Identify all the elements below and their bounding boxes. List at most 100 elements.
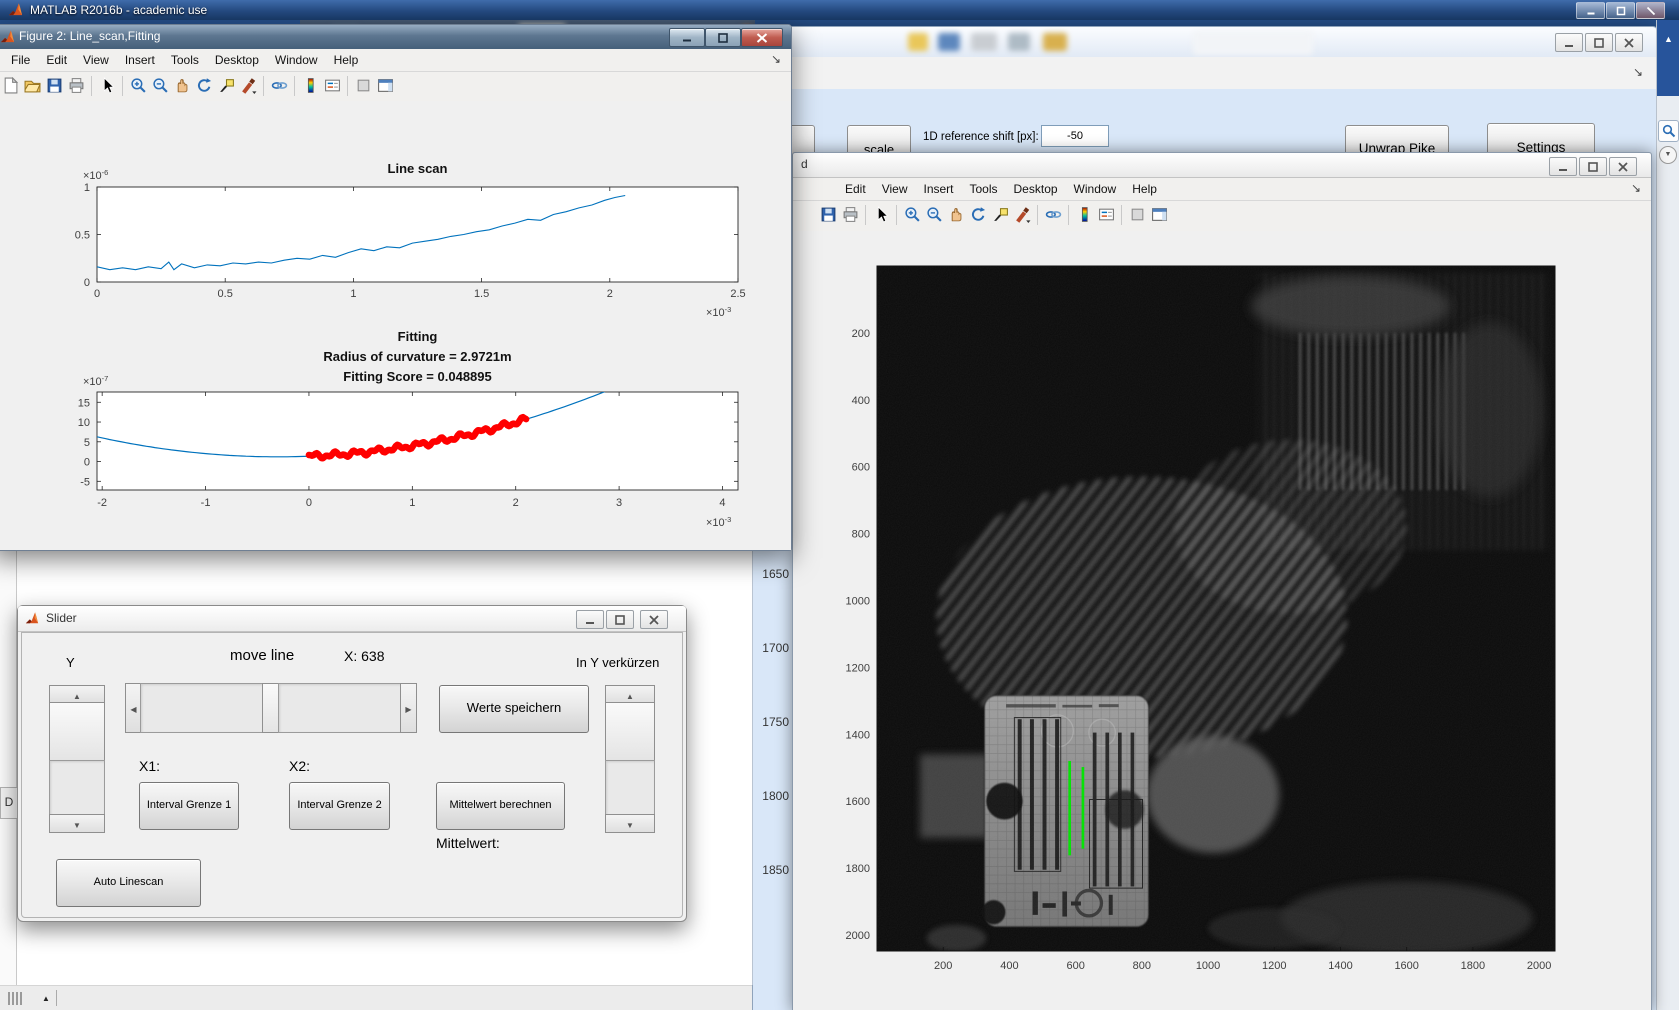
rotate-3d-icon[interactable]: [193, 75, 215, 99]
menu-item-window[interactable]: Window: [1066, 178, 1125, 200]
interval-grenze-1-button[interactable]: Interval Grenze 1: [139, 782, 239, 830]
figure2-minimize-button[interactable]: [669, 28, 705, 47]
move-line-trough-right[interactable]: [278, 683, 402, 733]
brush-icon[interactable]: [1011, 204, 1033, 228]
link-plot-icon[interactable]: [268, 75, 290, 99]
hide-plot-tools-icon[interactable]: [1126, 204, 1148, 228]
zoom-in-icon[interactable]: [127, 75, 149, 99]
print-icon[interactable]: [65, 75, 87, 99]
zoom-out-icon[interactable]: [149, 75, 171, 99]
menu-item-tools[interactable]: Tools: [163, 49, 207, 71]
slider-titlebar[interactable]: Slider: [18, 606, 686, 632]
save-icon[interactable]: [43, 75, 65, 99]
hide-plot-tools-icon[interactable]: [352, 75, 374, 99]
svg-text:Fitting: Fitting: [398, 329, 438, 344]
shorten-slider-thumb[interactable]: [605, 702, 655, 762]
main-maximize-button[interactable]: [1606, 2, 1635, 19]
cursor-icon[interactable]: [870, 204, 892, 228]
pan-icon[interactable]: [945, 204, 967, 228]
figure2-maximize-button[interactable]: [705, 28, 741, 47]
interferogram-image-plot[interactable]: 200 400 600 800 1000 1200 1400 1600 1800 2000 200 4…: [793, 231, 1651, 1010]
gui-close-button[interactable]: [1615, 33, 1643, 52]
menu-item-help[interactable]: Help: [1124, 178, 1165, 200]
gui-window-titlebar[interactable]: [753, 27, 1657, 57]
pin-icon[interactable]: ▲: [42, 994, 50, 1003]
zoom-out-icon[interactable]: [923, 204, 945, 228]
slider-close-button[interactable]: [640, 610, 668, 629]
x2-label: X2:: [289, 758, 311, 774]
insert-legend-icon[interactable]: [1095, 204, 1117, 228]
right-figure-maximize-button[interactable]: [1579, 157, 1607, 176]
main-window-title: MATLAB R2016b - academic use: [30, 3, 208, 17]
main-minimize-button[interactable]: [1576, 2, 1605, 19]
print-icon[interactable]: [839, 204, 861, 228]
resize-grip[interactable]: [8, 992, 10, 1005]
gui-maximize-button[interactable]: [1585, 33, 1613, 52]
y-slider-thumb[interactable]: [49, 702, 105, 762]
dock-arrow-icon[interactable]: ↘: [1631, 181, 1641, 195]
new-file-icon[interactable]: [0, 75, 21, 99]
data-cursor-icon[interactable]: [215, 75, 237, 99]
toolbar-separator: [122, 76, 123, 96]
toolbar-separator: [91, 76, 92, 96]
insert-colorbar-icon[interactable]: [299, 75, 321, 99]
minimized-panel-tab[interactable]: D: [0, 787, 18, 819]
menu-item-insert[interactable]: Insert: [117, 49, 163, 71]
ref-shift-input[interactable]: [1041, 125, 1109, 147]
pan-icon[interactable]: [171, 75, 193, 99]
menu-item-help[interactable]: Help: [326, 49, 367, 71]
search-button[interactable]: [1658, 120, 1679, 142]
dock-arrow-icon[interactable]: ↘: [771, 52, 781, 66]
figure2-close-button[interactable]: [741, 28, 783, 47]
cursor-icon[interactable]: [96, 75, 118, 99]
menu-item-edit[interactable]: Edit: [38, 49, 75, 71]
menu-item-view[interactable]: View: [874, 178, 916, 200]
move-line-trough-left[interactable]: [140, 683, 264, 733]
slider-minimize-button[interactable]: [576, 610, 604, 629]
menu-item-insert[interactable]: Insert: [915, 178, 961, 200]
slider-maximize-button[interactable]: [606, 610, 634, 629]
rotate-3d-icon[interactable]: [967, 204, 989, 228]
menu-item-file[interactable]: File: [3, 49, 38, 71]
figure2-canvas[interactable]: Line scan 0 0.5 1 1.5 2 2.5 0 0.5 1 ×10-6 ×10-3 Fitt…: [0, 101, 791, 550]
move-line-right-button[interactable]: ▶: [400, 683, 417, 733]
werte-speichern-button[interactable]: Werte speichern: [439, 685, 589, 733]
svg-text:×10-7: ×10-7: [83, 374, 108, 388]
line-scan-and-fitting-plots[interactable]: Line scan0 0.5 1 1.5 2 2.500.51×10-6×10-3Fitt…: [0, 101, 791, 550]
mittelwert-berechnen-button[interactable]: Mittelwert berechnen: [436, 782, 565, 830]
x1-label: X1:: [139, 758, 161, 774]
y-slider-trough[interactable]: [49, 760, 105, 816]
search-dropdown-button[interactable]: ▼: [1659, 146, 1677, 164]
insert-legend-icon[interactable]: [321, 75, 343, 99]
main-window-titlebar[interactable]: MATLAB R2016b - academic use: [0, 0, 1679, 20]
right-figure-minimize-button[interactable]: [1549, 157, 1577, 176]
right-figure-close-button[interactable]: [1609, 157, 1637, 176]
interval-grenze-2-button[interactable]: Interval Grenze 2: [289, 782, 390, 830]
gui-minimize-button[interactable]: [1555, 33, 1583, 52]
auto-linescan-button[interactable]: Auto Linescan: [56, 859, 201, 907]
show-plot-tools-icon[interactable]: [1148, 204, 1170, 228]
right-figure-canvas[interactable]: 200 400 600 800 1000 1200 1400 1600 1800 2000 200 4…: [793, 231, 1651, 1010]
menu-item-view[interactable]: View: [75, 49, 117, 71]
shorten-slider-trough[interactable]: [605, 760, 655, 816]
data-cursor-icon[interactable]: [989, 204, 1011, 228]
zoom-in-icon[interactable]: [901, 204, 923, 228]
main-close-button[interactable]: [1636, 2, 1665, 19]
right-figure-titlebar[interactable]: d: [793, 153, 1651, 178]
save-icon[interactable]: [817, 204, 839, 228]
dock-arrow-icon[interactable]: ↘: [1633, 65, 1643, 79]
insert-colorbar-icon[interactable]: [1073, 204, 1095, 228]
figure2-titlebar[interactable]: Figure 2: Line_scan,Fitting: [0, 25, 791, 49]
show-plot-tools-icon[interactable]: [374, 75, 396, 99]
menu-item-tools[interactable]: Tools: [962, 178, 1006, 200]
menu-item-desktop[interactable]: Desktop: [1006, 178, 1066, 200]
menu-item-edit[interactable]: Edit: [837, 178, 874, 200]
open-file-icon[interactable]: [21, 75, 43, 99]
y-slider-down-button[interactable]: ▼: [49, 814, 105, 833]
brush-icon[interactable]: [237, 75, 259, 99]
menu-item-window[interactable]: Window: [267, 49, 326, 71]
mittelwert-label: Mittelwert:: [436, 835, 500, 851]
link-plot-icon[interactable]: [1042, 204, 1064, 228]
shorten-slider-down-button[interactable]: ▼: [605, 814, 655, 833]
menu-item-desktop[interactable]: Desktop: [207, 49, 267, 71]
